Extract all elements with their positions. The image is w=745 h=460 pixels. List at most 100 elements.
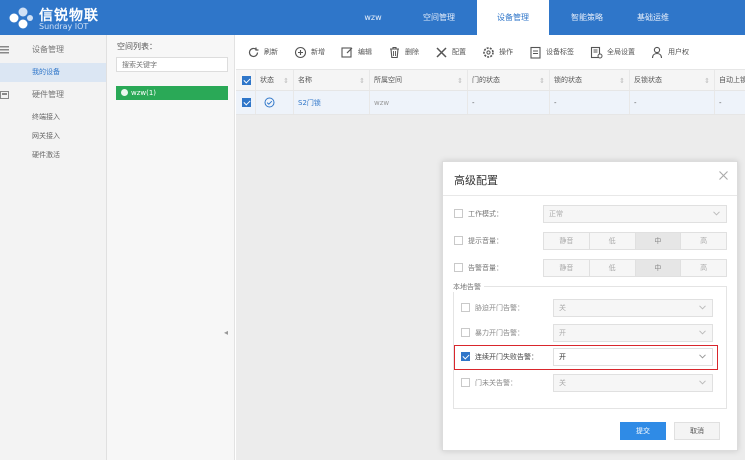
refresh-label: 刷新 bbox=[264, 48, 278, 56]
refresh-icon bbox=[247, 46, 260, 59]
sidebar-item-gateway-access[interactable]: 网关接入 bbox=[0, 127, 106, 146]
sort-icon: ⇕ bbox=[539, 77, 545, 85]
edit-button[interactable]: 编辑 bbox=[341, 46, 372, 59]
select-all-checkbox[interactable] bbox=[242, 75, 251, 85]
col-door-state[interactable]: 门的状态 ⇕ bbox=[468, 70, 550, 90]
cancel-button[interactable]: 取消 bbox=[674, 422, 720, 440]
global-settings-button[interactable]: 全局设置 bbox=[590, 46, 635, 59]
tools-icon bbox=[435, 46, 448, 59]
duress-alarm-label: 胁迫开门告警： bbox=[475, 304, 524, 312]
col-deadlock-label: 反锁状态 bbox=[634, 76, 662, 84]
user-permission-button[interactable]: 用户权 bbox=[651, 46, 689, 59]
space-node-wzw[interactable]: wzw(1) bbox=[116, 86, 228, 100]
prompt-volume-low[interactable]: 低 bbox=[589, 233, 636, 249]
row-auto-lock: - bbox=[719, 98, 722, 107]
door-unclosed-alarm-select[interactable]: 关 bbox=[553, 374, 713, 392]
space-node-icon bbox=[121, 89, 128, 96]
edit-icon bbox=[341, 46, 354, 59]
prompt-volume-medium[interactable]: 中 bbox=[635, 233, 682, 249]
sidebar-item-hardware-activation[interactable]: 硬件激活 bbox=[0, 146, 106, 165]
operate-button[interactable]: 操作 bbox=[482, 46, 513, 59]
prompt-volume-checkbox[interactable] bbox=[454, 236, 463, 245]
sidebar-item-terminal-access[interactable]: 终端接入 bbox=[0, 108, 106, 127]
list-icon bbox=[0, 46, 9, 54]
col-deadlock-state[interactable]: 反锁状态 ⇕ bbox=[630, 70, 715, 90]
col-name[interactable]: 名称 ⇕ bbox=[294, 70, 370, 90]
alarm-volume-checkbox[interactable] bbox=[454, 263, 463, 272]
col-status-label: 状态 bbox=[260, 76, 274, 84]
alarm-volume-medium[interactable]: 中 bbox=[635, 260, 682, 276]
brand-logo[interactable]: 信锐物联 Sundray IOT bbox=[6, 3, 106, 33]
close-icon[interactable] bbox=[718, 170, 729, 181]
col-auto-lock-label: 自动上锁 bbox=[719, 76, 745, 84]
prompt-volume-mute[interactable]: 静音 bbox=[544, 233, 590, 249]
dialog-divider bbox=[443, 195, 737, 196]
prompt-volume-segmented: 静音 低 中 高 bbox=[543, 232, 727, 250]
refresh-button[interactable]: 刷新 bbox=[247, 46, 278, 59]
edit-label: 编辑 bbox=[358, 48, 372, 56]
col-door-label: 门的状态 bbox=[472, 76, 500, 84]
chevron-down-icon bbox=[699, 305, 706, 310]
space-search-input[interactable] bbox=[116, 57, 228, 72]
logo-icon bbox=[9, 7, 33, 29]
row-checkbox[interactable] bbox=[242, 98, 251, 107]
force-open-alarm-select[interactable]: 开 bbox=[553, 324, 713, 342]
delete-label: 删除 bbox=[405, 48, 419, 56]
door-unclosed-alarm-checkbox[interactable] bbox=[461, 378, 470, 387]
chevron-down-icon bbox=[699, 330, 706, 335]
prompt-volume-high[interactable]: 高 bbox=[681, 233, 726, 249]
force-open-alarm-label: 暴力开门告警： bbox=[475, 329, 524, 337]
col-space[interactable]: 所属空间 ⇕ bbox=[370, 70, 468, 90]
row-name[interactable]: S2门锁 bbox=[294, 91, 370, 114]
sort-icon: ⇕ bbox=[359, 77, 365, 85]
submit-button[interactable]: 提交 bbox=[620, 422, 666, 440]
col-name-label: 名称 bbox=[298, 76, 312, 84]
col-lock-label: 锁的状态 bbox=[554, 76, 582, 84]
row-lock-state: - bbox=[550, 91, 630, 114]
row-deadlock-state: - bbox=[630, 91, 715, 114]
prompt-volume-label: 提示音量： bbox=[468, 237, 503, 245]
alarm-volume-mute[interactable]: 静音 bbox=[544, 260, 590, 276]
global-settings-label: 全局设置 bbox=[607, 48, 635, 56]
col-lock-state[interactable]: 锁的状态 ⇕ bbox=[550, 70, 630, 90]
force-open-alarm-checkbox[interactable] bbox=[461, 328, 470, 337]
sidebar-group-hardware[interactable]: 硬件管理 bbox=[0, 82, 106, 108]
alarm-volume-low[interactable]: 低 bbox=[589, 260, 636, 276]
duress-alarm-select[interactable]: 关 bbox=[553, 299, 713, 317]
table-header: 状态 ⇕ 名称 ⇕ 所属空间 ⇕ 门的状态 ⇕ 锁的状态 ⇕ 反锁状态 ⇕ 自动上锁 bbox=[236, 69, 745, 91]
toolbar: 刷新 新增 编辑 删除 配置 操作 设备标签 全局设置 用户权 bbox=[236, 35, 745, 69]
config-button[interactable]: 配置 bbox=[435, 46, 466, 59]
col-status[interactable]: 状态 ⇕ bbox=[256, 70, 294, 90]
highlight-box bbox=[454, 345, 718, 370]
alarm-volume-row: 告警音量： 静音 低 中 高 bbox=[454, 259, 728, 277]
delete-button[interactable]: 删除 bbox=[388, 46, 419, 59]
row-space: wzw bbox=[370, 91, 468, 114]
row-door-state: - bbox=[468, 91, 550, 114]
alarm-volume-segmented: 静音 低 中 高 bbox=[543, 259, 727, 277]
device-tag-button[interactable]: 设备标签 bbox=[529, 46, 574, 59]
work-mode-row: 工作模式： 正常 bbox=[454, 205, 728, 223]
sidebar-group-device[interactable]: 设备管理 bbox=[0, 37, 106, 63]
trash-icon bbox=[388, 46, 401, 59]
nav-user[interactable]: wzw bbox=[340, 0, 406, 35]
work-mode-value: 正常 bbox=[549, 210, 563, 218]
gear-icon bbox=[482, 46, 495, 59]
work-mode-select[interactable]: 正常 bbox=[543, 205, 727, 223]
col-auto-lock[interactable]: 自动上锁 bbox=[715, 70, 745, 90]
prompt-volume-row: 提示音量： 静音 低 中 高 bbox=[454, 232, 728, 250]
sidebar-item-my-devices[interactable]: 我的设备 bbox=[0, 63, 106, 82]
table-row[interactable]: S2门锁 wzw - - - - bbox=[236, 91, 745, 115]
work-mode-checkbox[interactable] bbox=[454, 209, 463, 218]
nav-smart-policy[interactable]: 智能策略 bbox=[554, 0, 620, 35]
row-status bbox=[256, 91, 294, 114]
nav-operations[interactable]: 基础运维 bbox=[620, 0, 686, 35]
collapse-panel-icon[interactable]: ◂ bbox=[224, 328, 232, 340]
duress-alarm-checkbox[interactable] bbox=[461, 303, 470, 312]
top-navbar: 信锐物联 Sundray IOT wzw 空间管理 设备管理 智能策略 基础运维 bbox=[0, 0, 745, 35]
alarm-volume-high[interactable]: 高 bbox=[681, 260, 726, 276]
nav-space-management[interactable]: 空间管理 bbox=[406, 0, 472, 35]
nav-device-management[interactable]: 设备管理 bbox=[477, 0, 549, 35]
add-button[interactable]: 新增 bbox=[294, 46, 325, 59]
chevron-down-icon bbox=[713, 211, 720, 216]
user-permission-label: 用户权 bbox=[668, 48, 689, 56]
